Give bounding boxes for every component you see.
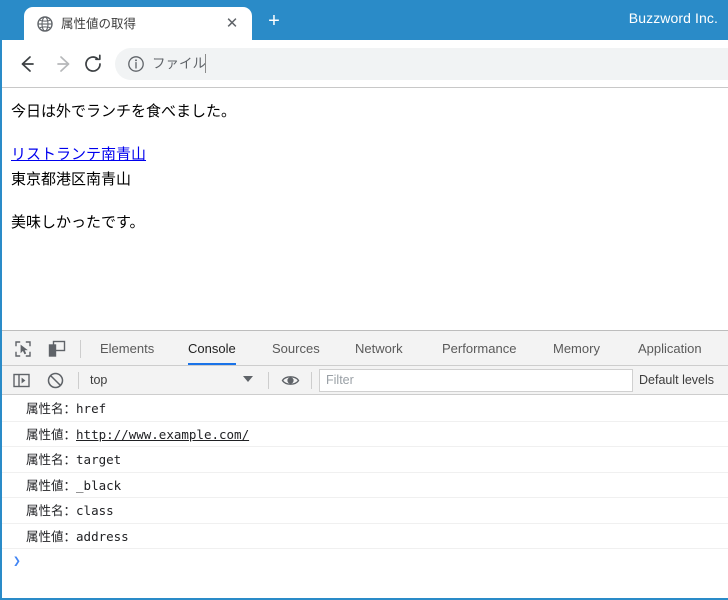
console-message-value: _black <box>76 477 122 493</box>
forward-arrow-icon <box>50 51 76 77</box>
console-message-row[interactable]: 属性値：address <box>2 524 728 549</box>
devtools-panel: Elements Console Sources Network Perform… <box>2 330 728 598</box>
console-message-value: href <box>76 401 107 416</box>
back-arrow-icon[interactable] <box>14 51 40 77</box>
filterbar-divider-3 <box>311 372 312 389</box>
console-message-row[interactable]: 属性値：http://www.example.com/ <box>2 422 728 447</box>
console-message-row[interactable]: 属性値：_black <box>2 473 728 498</box>
paragraph-tasty: 美味しかったです。 <box>11 213 145 231</box>
tab-console[interactable]: Console <box>188 331 236 365</box>
console-message-label: 属性値： <box>26 528 77 544</box>
log-levels-select[interactable]: Default levels <box>639 371 714 390</box>
page-viewport: 今日は外でランチを食べました。 リストランテ南青山 東京都港区南青山 美味しかっ… <box>2 89 728 329</box>
execution-context-select[interactable]: top <box>90 371 260 390</box>
console-message-row[interactable]: 属性名：href <box>2 396 728 422</box>
filterbar-divider <box>78 372 79 389</box>
globe-icon <box>37 16 53 32</box>
new-tab-button[interactable]: + <box>264 11 284 32</box>
eye-icon[interactable] <box>281 371 300 390</box>
browser-tab-title: 属性値の取得 <box>61 17 137 31</box>
console-message-url[interactable]: http://www.example.com/ <box>76 427 249 442</box>
tab-network[interactable]: Network <box>355 331 403 365</box>
console-message-label: 属性名： <box>26 503 77 518</box>
console-sidebar-icon[interactable] <box>12 371 31 390</box>
console-message-label: 属性値： <box>26 477 77 493</box>
filterbar-divider-2 <box>268 372 269 389</box>
browser-tab[interactable]: 属性値の取得 ✕ <box>24 7 252 40</box>
address-text: 東京都港区南青山 <box>11 170 132 188</box>
address-bar-text: ファイル <box>152 56 206 71</box>
tab-elements[interactable]: Elements <box>100 331 154 365</box>
window-brand-label: Buzzword Inc. <box>628 10 718 26</box>
chevron-down-icon[interactable] <box>243 376 253 382</box>
console-message-value: address <box>76 528 129 544</box>
console-prompt[interactable]: ❯ <box>2 549 728 575</box>
clear-console-icon[interactable] <box>46 371 65 390</box>
paragraph-lunch: 今日は外でランチを食べました。 <box>11 102 237 120</box>
address-bar-caret <box>205 54 206 73</box>
devtools-tab-bar: Elements Console Sources Network Perform… <box>2 331 728 366</box>
console-message-row[interactable]: 属性名：class <box>2 498 728 524</box>
restaurant-link[interactable]: リストランテ南青山 <box>11 143 146 164</box>
tab-performance[interactable]: Performance <box>442 331 516 365</box>
address-bar[interactable] <box>115 48 728 80</box>
console-message-value: target <box>76 452 122 467</box>
console-message-label: 属性名： <box>26 401 77 416</box>
console-message-label: 属性名： <box>26 452 77 467</box>
console-message-value: class <box>76 503 114 518</box>
browser-title-bar: Buzzword Inc. 属性値の取得 ✕ + <box>2 0 728 40</box>
console-message-label: 属性値： <box>26 426 77 442</box>
reload-icon[interactable] <box>80 51 106 77</box>
tab-application[interactable]: Application <box>638 331 702 365</box>
tab-memory[interactable]: Memory <box>553 331 600 365</box>
inspect-element-icon[interactable] <box>13 339 33 359</box>
close-icon[interactable]: ✕ <box>222 14 242 34</box>
info-circle-icon[interactable] <box>127 55 145 73</box>
browser-window: Buzzword Inc. 属性値の取得 ✕ + ファイル 今日は外でランチを食… <box>0 0 728 600</box>
console-filter-bar: top Filter Default levels <box>2 366 728 395</box>
console-message-row[interactable]: 属性名：target <box>2 447 728 473</box>
device-toolbar-icon[interactable] <box>47 339 67 359</box>
tab-sources[interactable]: Sources <box>272 331 320 365</box>
filter-input[interactable]: Filter <box>319 369 633 392</box>
toolbar-divider <box>80 340 81 358</box>
